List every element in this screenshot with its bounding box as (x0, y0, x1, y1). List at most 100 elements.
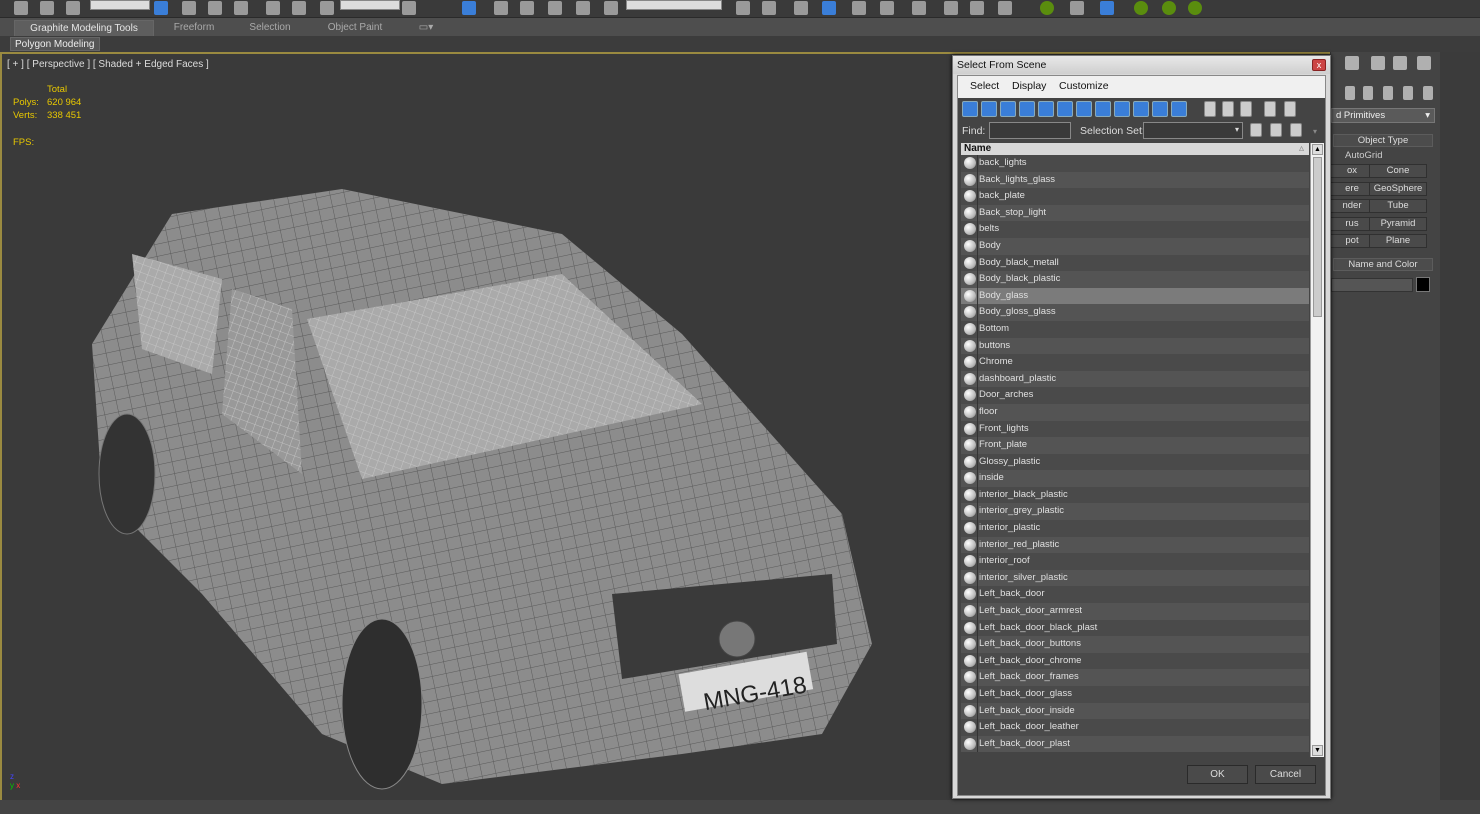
toolbar-tool-icon[interactable] (292, 1, 306, 15)
display-option-icon[interactable] (1204, 101, 1216, 117)
filter-type-icon[interactable] (1171, 101, 1187, 117)
list-item[interactable]: Chrome (961, 354, 1309, 371)
menu-display[interactable]: Display (1012, 80, 1046, 92)
utilities-icon[interactable] (1417, 56, 1431, 70)
list-item[interactable]: Bottom (961, 320, 1309, 338)
display-option-icon[interactable] (1222, 101, 1234, 117)
spacewarps-icon[interactable] (1403, 86, 1413, 100)
toolbar-tool-icon[interactable] (736, 1, 750, 15)
filter-type-icon[interactable] (962, 101, 978, 117)
toolbar-tool-icon[interactable] (266, 1, 280, 15)
tab-selection[interactable]: Selection (240, 20, 300, 36)
toolbar-tool-icon[interactable] (822, 1, 836, 15)
list-item[interactable]: Left_back_door_buttons (961, 636, 1309, 653)
helpers-icon[interactable] (1383, 86, 1393, 100)
list-item[interactable]: Glossy_plastic (961, 453, 1309, 471)
list-item[interactable]: Back_stop_light (961, 204, 1309, 222)
tab-graphite-modeling-tools[interactable]: Graphite Modeling Tools (14, 20, 154, 36)
filter-type-icon[interactable] (1019, 101, 1035, 117)
toolbar-dropdown[interactable] (90, 0, 150, 10)
pyramid-button[interactable]: Pyramid (1369, 217, 1427, 231)
list-item[interactable]: Left_back_door_inside (961, 702, 1309, 720)
scroll-down-icon[interactable]: ▼ (1312, 745, 1323, 756)
toolbar-tool-icon[interactable] (1040, 1, 1054, 15)
scroll-up-icon[interactable]: ▲ (1312, 144, 1323, 155)
object-color-swatch[interactable] (1416, 277, 1430, 292)
toolbar-tool-icon[interactable] (998, 1, 1012, 15)
toolbar-tool-icon[interactable] (1100, 1, 1114, 15)
list-item[interactable]: Left_back_door_leather (961, 719, 1309, 736)
cone-button[interactable]: Cone (1369, 164, 1427, 178)
toolbar-tool-icon[interactable] (182, 1, 196, 15)
filter-type-icon[interactable] (1095, 101, 1111, 117)
autogrid-checkbox[interactable]: AutoGrid (1345, 150, 1383, 161)
geosphere-button[interactable]: GeoSphere (1369, 182, 1427, 196)
list-item[interactable]: Back_lights_glass (961, 171, 1309, 189)
toolbar-tool-icon[interactable] (1188, 1, 1202, 15)
list-item[interactable]: Body (961, 237, 1309, 255)
toolbar-tool-icon[interactable] (944, 1, 958, 15)
list-item[interactable]: Left_back_door (961, 586, 1309, 604)
list-item[interactable]: interior_roof (961, 553, 1309, 570)
toolbar-tool-icon[interactable] (1162, 1, 1176, 15)
remove-selection-set-icon[interactable] (1290, 123, 1302, 137)
name-column-header[interactable]: Name ▵ (961, 143, 1309, 155)
tab-object-paint[interactable]: Object Paint (320, 20, 390, 36)
hierarchy-icon[interactable] (1345, 56, 1359, 70)
toolbar-tool-icon[interactable] (40, 1, 54, 15)
toolbar-tool-icon[interactable] (402, 1, 416, 15)
list-item[interactable]: dashboard_plastic (961, 370, 1309, 388)
toolbar-tool-icon[interactable] (548, 1, 562, 15)
list-item[interactable]: interior_red_plastic (961, 536, 1309, 554)
list-item[interactable]: interior_silver_plastic (961, 569, 1309, 587)
toolbar-tool-icon[interactable] (604, 1, 618, 15)
list-item[interactable]: Left_back_door_chrome (961, 652, 1309, 670)
list-item[interactable]: interior_plastic (961, 520, 1309, 537)
filter-type-icon[interactable] (981, 101, 997, 117)
menu-select[interactable]: Select (970, 80, 999, 92)
ok-button[interactable]: OK (1187, 765, 1248, 784)
toolbar-tool-icon[interactable] (794, 1, 808, 15)
cancel-button[interactable]: Cancel (1255, 765, 1316, 784)
list-item[interactable]: inside (961, 470, 1309, 487)
filter-type-icon[interactable] (1000, 101, 1016, 117)
display-option-icon[interactable] (1240, 101, 1252, 117)
list-item[interactable]: Left_back_door_armrest (961, 603, 1309, 620)
list-item[interactable]: back_lights (961, 155, 1309, 172)
list-item[interactable]: belts (961, 221, 1309, 238)
display-option-icon[interactable] (1284, 101, 1296, 117)
toolbar-tool-icon[interactable] (520, 1, 534, 15)
list-item[interactable]: Body_gloss_glass (961, 304, 1309, 321)
plane-button[interactable]: Plane (1369, 234, 1427, 248)
toolbar-tool-icon[interactable] (912, 1, 926, 15)
toolbar-tool-icon[interactable] (234, 1, 248, 15)
list-item[interactable]: Body_black_plastic (961, 271, 1309, 288)
list-item[interactable]: buttons (961, 337, 1309, 355)
toolbar-tool-icon[interactable] (970, 1, 984, 15)
toolbar-tool-icon[interactable] (880, 1, 894, 15)
filter-type-icon[interactable] (1133, 101, 1149, 117)
motion-icon[interactable] (1371, 56, 1385, 70)
create-selection-set-icon[interactable] (1250, 123, 1262, 137)
close-button[interactable]: x (1312, 59, 1326, 71)
toolbar-tool-icon[interactable] (1070, 1, 1084, 15)
name-and-color-rollout[interactable]: Name and Color (1333, 258, 1433, 271)
list-item[interactable]: floor (961, 403, 1309, 421)
scroll-thumb[interactable] (1313, 157, 1322, 317)
tube-button[interactable]: Tube (1369, 199, 1427, 213)
list-item[interactable]: Front_lights (961, 420, 1309, 438)
polygon-modeling-button[interactable]: Polygon Modeling (10, 37, 100, 51)
list-item[interactable]: interior_grey_plastic (961, 503, 1309, 521)
filter-type-icon[interactable] (1038, 101, 1054, 117)
selection-set-dropdown[interactable] (1143, 122, 1243, 139)
ribbon-options-icon[interactable]: ▭▾ (412, 20, 440, 36)
viewport-label[interactable]: [ + ] [ Perspective ] [ Shaded + Edged F… (7, 59, 209, 70)
filter-type-icon[interactable] (1152, 101, 1168, 117)
display-option-icon[interactable] (1264, 101, 1276, 117)
toolbar-tool-icon[interactable] (462, 1, 476, 15)
toolbar-tool-icon[interactable] (66, 1, 80, 15)
options-chevron-icon[interactable]: ▾ (1313, 127, 1317, 136)
display-icon[interactable] (1393, 56, 1407, 70)
list-item[interactable]: Left_back_door_frames (961, 669, 1309, 686)
systems-icon[interactable] (1423, 86, 1433, 100)
